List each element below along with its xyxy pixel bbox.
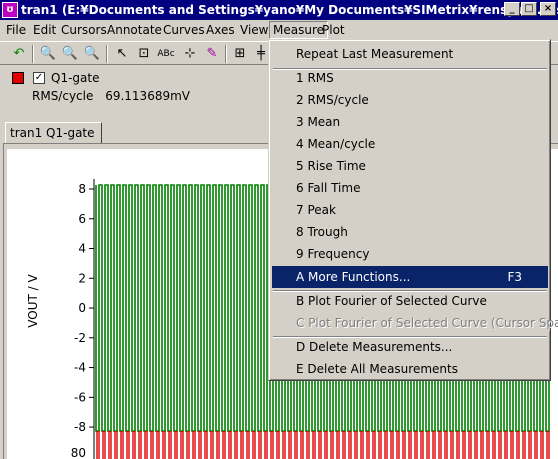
menu-item-label: 1 RMS	[296, 71, 334, 85]
minimize-button[interactable]: _	[504, 2, 520, 16]
y-tick-label: 2	[78, 271, 86, 285]
y-tick-label: -2	[74, 331, 86, 345]
label-icon[interactable]: ⊡	[135, 45, 153, 63]
menu-item-mean-cycle[interactable]: 4 Mean/cycle	[272, 133, 548, 155]
menu-item-rms[interactable]: 1 RMS	[272, 67, 548, 89]
menu-item-rise-time[interactable]: 5 Rise Time	[272, 155, 548, 177]
grid-icon[interactable]: ⊞	[231, 45, 249, 63]
toolbar-separator	[225, 45, 227, 63]
title-bar[interactable]: ʊ tran1 (E:¥Documents and Settings¥yano¥…	[0, 0, 558, 20]
menu-item-label: A More Functions...	[296, 270, 411, 284]
y-tick-label: 8	[78, 182, 86, 196]
menu-item-label: 9 Frequency	[296, 247, 370, 261]
menu-item-trough[interactable]: 8 Trough	[272, 221, 548, 243]
waveform-lower-red	[96, 431, 550, 459]
measurement-value: 69.113689mV	[105, 89, 190, 103]
window-title: tran1 (E:¥Documents and Settings¥yano¥My…	[21, 3, 558, 17]
menu-item-accelerator: F3	[507, 270, 522, 284]
measure-icon[interactable]: ↖	[113, 45, 131, 63]
menu-item-label: 2 RMS/cycle	[296, 93, 369, 107]
waveform-trace-red[interactable]	[96, 431, 550, 459]
menu-file[interactable]: File	[6, 23, 26, 37]
text-icon[interactable]: ABc	[157, 45, 175, 63]
menu-curves[interactable]: Curves	[163, 23, 205, 37]
menu-edit[interactable]: Edit	[33, 23, 56, 37]
menu-item-more-functions[interactable]: A More Functions... F3	[272, 266, 548, 288]
menu-item-mean[interactable]: 3 Mean	[272, 111, 548, 133]
menu-item-label: 3 Mean	[296, 115, 341, 129]
edit-icon[interactable]: ✎	[203, 45, 221, 63]
y-tick-label: 6	[78, 212, 86, 226]
tab-tran1-q1-gate[interactable]: tran1 Q1-gate	[5, 122, 102, 144]
menu-cursors[interactable]: Cursors	[61, 23, 107, 37]
curve-name[interactable]: Q1-gate	[51, 71, 99, 85]
menu-item-frequency[interactable]: 9 Frequency	[272, 243, 548, 265]
y-tick-label: 4	[78, 242, 86, 256]
zoom-out-icon[interactable]: 🔍	[83, 45, 101, 63]
y-tick-label: 0	[78, 301, 86, 315]
menu-item-label: 4 Mean/cycle	[296, 137, 376, 151]
menu-item-fall-time[interactable]: 6 Fall Time	[272, 177, 548, 199]
menu-item-peak[interactable]: 7 Peak	[272, 199, 548, 221]
menu-annotate[interactable]: Annotate	[107, 23, 162, 37]
menu-view[interactable]: View	[240, 23, 268, 37]
curve-visible-checkbox[interactable]: ✓	[33, 72, 45, 84]
menu-item-label: 8 Trough	[296, 225, 348, 239]
measure-menu-dropdown: Repeat Last Measurement 1 RMS 2 RMS/cycl…	[268, 39, 558, 381]
close-button[interactable]: ×	[540, 2, 556, 16]
menu-item-delete-all-measurements[interactable]: E Delete All Measurements	[272, 358, 548, 380]
menu-item-label: 7 Peak	[296, 203, 336, 217]
cursor-icon[interactable]: ⊹	[181, 45, 199, 63]
toolbar-separator	[32, 45, 34, 63]
menu-item-delete-measurements[interactable]: D Delete Measurements...	[272, 336, 548, 358]
simetrix-icon[interactable]: ʊ	[2, 2, 18, 18]
lower-y-tick-label: 80	[71, 446, 86, 459]
menu-item-plot-fourier-cursor-span: C Plot Fourier of Selected Curve (Cursor…	[272, 312, 558, 334]
measurement-label: RMS/cycle	[32, 89, 94, 103]
y-tick-label: -4	[74, 361, 86, 375]
measurement-readout: RMS/cycle 69.113689mV	[32, 89, 190, 103]
menu-item-label: Repeat Last Measurement	[296, 47, 454, 61]
undo-icon[interactable]: ↶	[10, 45, 28, 63]
simetrix-graph-window: ʊ tran1 (E:¥Documents and Settings¥yano¥…	[0, 0, 558, 459]
y-axis: 8 6 4 2 0 -2 -4 -6 -8 80	[71, 179, 95, 459]
zoom-in-icon[interactable]: 🔍	[61, 45, 79, 63]
y-axis-label: VOUT / V	[26, 273, 40, 327]
menu-item-label: E Delete All Measurements	[296, 362, 458, 376]
menu-item-label: 6 Fall Time	[296, 181, 361, 195]
menu-item-label: C Plot Fourier of Selected Curve (Cursor…	[296, 316, 558, 330]
menu-bar: File Edit Cursors Annotate Curves Axes V…	[0, 20, 558, 40]
menu-measure[interactable]: Measure	[269, 21, 328, 39]
menu-item-plot-fourier[interactable]: B Plot Fourier of Selected Curve	[272, 290, 548, 312]
menu-plot[interactable]: Plot	[322, 23, 345, 37]
curve-color-swatch	[12, 72, 24, 84]
menu-item-label: D Delete Measurements...	[296, 340, 453, 354]
y-tick-label: -8	[74, 420, 86, 434]
menu-item-repeat-last-measurement[interactable]: Repeat Last Measurement	[272, 43, 548, 65]
zoom-full-icon[interactable]: 🔍	[39, 45, 57, 63]
menu-axes[interactable]: Axes	[206, 23, 235, 37]
menu-item-label: B Plot Fourier of Selected Curve	[296, 294, 487, 308]
toolbar-separator	[106, 45, 108, 63]
maximize-button[interactable]: □	[521, 2, 537, 16]
menu-item-rms-cycle[interactable]: 2 RMS/cycle	[272, 89, 548, 111]
menu-item-label: 5 Rise Time	[296, 159, 366, 173]
y-tick-label: -6	[74, 390, 86, 404]
